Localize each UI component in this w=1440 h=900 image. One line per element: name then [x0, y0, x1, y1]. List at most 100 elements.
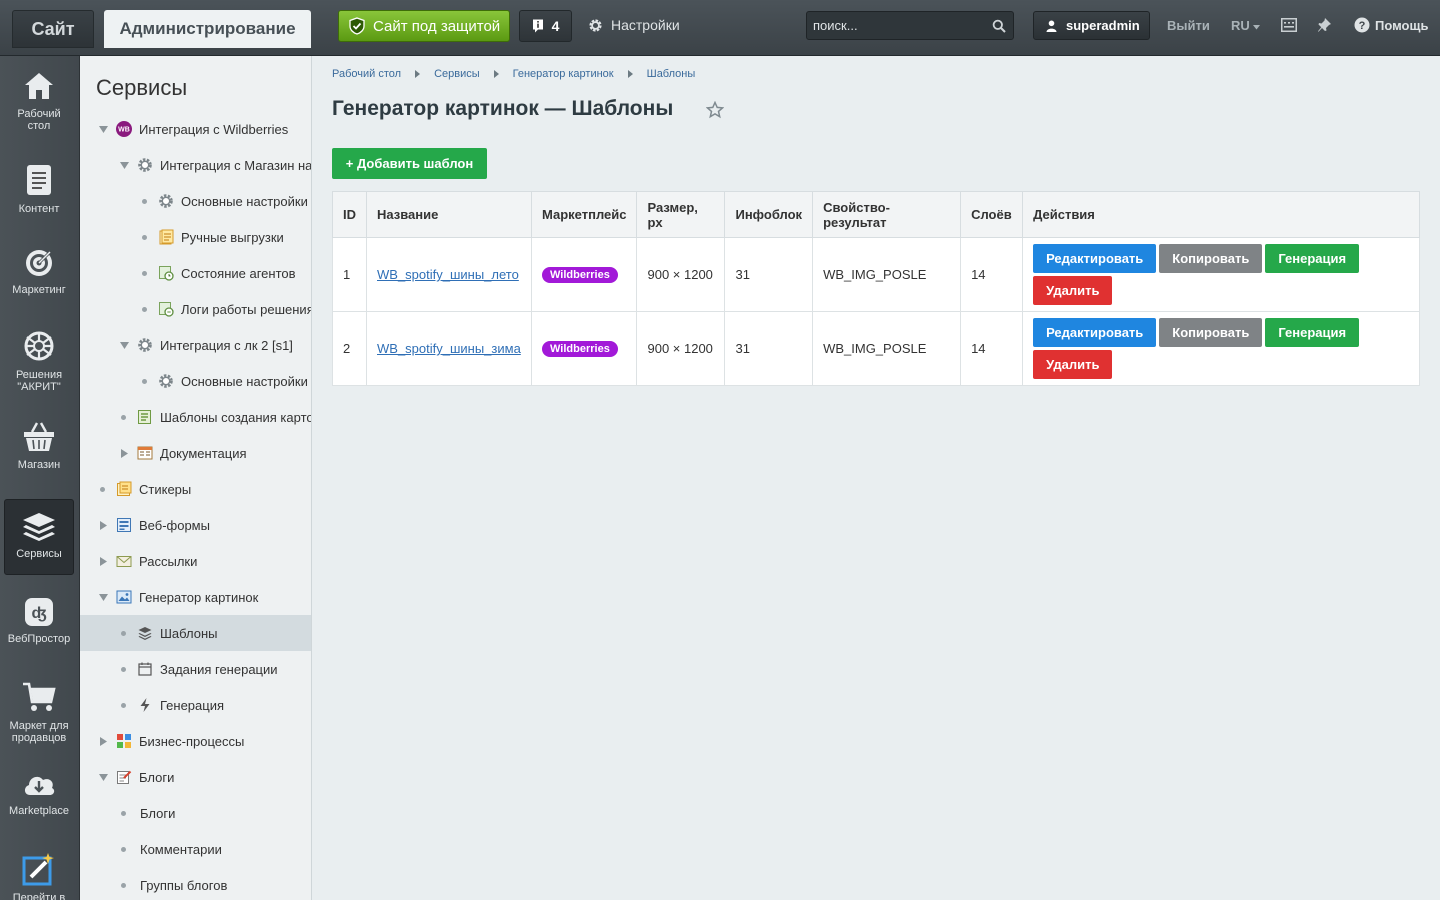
tree-item[interactable]: Состояние агентов: [80, 255, 311, 291]
tree-bullet-icon: [121, 630, 126, 636]
language-selector[interactable]: RU: [1231, 18, 1261, 33]
breadcrumb-item[interactable]: Шаблоны: [647, 68, 696, 80]
tree-item[interactable]: Шаблоны: [80, 615, 311, 651]
generate-button[interactable]: Генерация: [1265, 244, 1360, 273]
expand-right-icon[interactable]: [98, 556, 108, 566]
menu-item-akrit[interactable]: Решения "АКРИТ": [4, 329, 74, 393]
basket-icon: [24, 422, 54, 451]
user-menu-button[interactable]: superadmin: [1033, 11, 1150, 40]
expand-down-icon[interactable]: [119, 160, 129, 170]
menu-item-label: "АКРИТ": [17, 381, 61, 393]
cell-property: WB_IMG_POSLE: [812, 237, 962, 312]
tree-item[interactable]: Рассылки: [80, 543, 311, 579]
copy-button[interactable]: Копировать: [1159, 318, 1263, 347]
cell-iblock: 31: [724, 311, 814, 386]
menu-item-label: Сервисы: [16, 548, 62, 560]
pin-icon[interactable]: [1317, 17, 1332, 33]
expand-down-icon[interactable]: [119, 340, 129, 350]
tree-item[interactable]: Логи работы решения: [80, 291, 311, 327]
settings-label: Настройки: [611, 17, 680, 33]
menu-item-marketing[interactable]: Маркетинг: [4, 246, 74, 296]
tree-item[interactable]: Веб-формы: [80, 507, 311, 543]
tree-item[interactable]: Комментарии: [80, 831, 311, 867]
delete-button[interactable]: Удалить: [1033, 276, 1113, 305]
tree-item[interactable]: Блоги: [80, 795, 311, 831]
settings-link[interactable]: Настройки: [588, 17, 680, 33]
breadcrumb-item[interactable]: Сервисы: [434, 68, 480, 80]
menu-item-services[interactable]: Сервисы: [4, 499, 74, 575]
expand-down-icon[interactable]: [98, 592, 108, 602]
tree-item[interactable]: Основные настройки: [80, 363, 311, 399]
breadcrumb-item[interactable]: Генератор картинок: [513, 68, 614, 80]
form-icon: [116, 517, 132, 533]
copy-button[interactable]: Копировать: [1159, 244, 1263, 273]
menu-item-label: Маркет для: [9, 720, 69, 732]
tree-item[interactable]: Группы блогов: [80, 867, 311, 900]
template-name-link[interactable]: WB_spotify_шины_лето: [377, 267, 519, 282]
menu-item-go-to[interactable]: Перейти в: [4, 852, 74, 900]
breadcrumb-item[interactable]: Рабочий стол: [332, 68, 401, 80]
breadcrumb-separator-icon: [415, 70, 421, 78]
tree-item[interactable]: Блоги: [80, 759, 311, 795]
top-bar: Сайт Администрирование Сайт под защитой …: [0, 0, 1440, 56]
tree-item[interactable]: Генерация: [80, 687, 311, 723]
language-label: RU: [1231, 18, 1250, 33]
generate-button[interactable]: Генерация: [1265, 318, 1360, 347]
blog-icon: [116, 769, 132, 785]
menu-item-desktop[interactable]: Рабочий стол: [4, 70, 74, 132]
help-link[interactable]: ? Помощь: [1354, 17, 1428, 33]
marketplace-badge: Wildberries: [542, 267, 618, 283]
tab-site[interactable]: Сайт: [12, 10, 94, 48]
template-name-link[interactable]: WB_spotify_шины_зима: [377, 341, 521, 356]
cloud-download-icon: [24, 776, 55, 795]
edit-button[interactable]: Редактировать: [1033, 318, 1157, 347]
delete-button[interactable]: Удалить: [1033, 350, 1113, 379]
edit-button[interactable]: Редактировать: [1033, 244, 1157, 273]
add-template-button[interactable]: + Добавить шаблон: [332, 148, 487, 179]
tree-item-label: Стикеры: [139, 481, 192, 497]
expand-right-icon[interactable]: [98, 736, 108, 746]
tree-item[interactable]: Ручные выгрузки: [80, 219, 311, 255]
expand-down-icon[interactable]: [98, 772, 108, 782]
tree-item[interactable]: Стикеры: [80, 471, 311, 507]
column-header-size: Размер, px: [636, 191, 726, 238]
expand-down-icon[interactable]: [98, 124, 108, 134]
sticker-icon: [116, 481, 132, 497]
menu-item-shop[interactable]: Магазин: [4, 421, 74, 471]
tree-item[interactable]: Интеграция с лк 2 [s1]: [80, 327, 311, 363]
expand-right-icon[interactable]: [119, 448, 129, 458]
tree-item-label: Шаблоны: [160, 625, 218, 641]
services-tree-panel: Сервисы WB Интеграция с Wildberries Интегр…: [80, 56, 312, 900]
keyboard-icon[interactable]: [1281, 18, 1297, 32]
breadcrumb-separator-icon: [493, 70, 499, 78]
search-input[interactable]: [807, 12, 987, 39]
notifications-button[interactable]: 4: [519, 10, 572, 42]
tree-item[interactable]: WB Интеграция с Wildberries: [80, 111, 311, 147]
search-icon[interactable]: [992, 19, 1006, 33]
menu-item-label: стол: [27, 120, 51, 132]
menu-item-webprostor[interactable]: ʤ ВебПростор: [4, 597, 74, 645]
tree-item[interactable]: Шаблоны создания карто: [80, 399, 311, 435]
tree-bullet-icon: [121, 414, 126, 420]
logout-link[interactable]: Выйти: [1167, 18, 1210, 33]
tree-item[interactable]: Документация: [80, 435, 311, 471]
expand-right-icon[interactable]: [98, 520, 108, 530]
tab-administration[interactable]: Администрирование: [104, 10, 311, 48]
bizproc-icon: [116, 733, 132, 749]
cell-layers: 14: [960, 311, 1024, 386]
site-protection-button[interactable]: Сайт под защитой: [338, 10, 510, 42]
username: superadmin: [1066, 18, 1140, 33]
tree-item[interactable]: Интеграция с Магазин на: [80, 147, 311, 183]
tree-item[interactable]: Основные настройки: [80, 183, 311, 219]
menu-item-content[interactable]: Контент: [4, 163, 74, 215]
menu-item-marketplace[interactable]: Marketplace: [4, 771, 74, 817]
table-row: 1 WB_spotify_шины_лето Wildberries 900 ×…: [332, 237, 1420, 312]
tree-item[interactable]: Задания генерации: [80, 651, 311, 687]
list-icon: [137, 409, 153, 425]
tree-item[interactable]: Генератор картинок: [80, 579, 311, 615]
cell-property: WB_IMG_POSLE: [812, 311, 962, 386]
tree-item[interactable]: Бизнес-процессы: [80, 723, 311, 759]
favorite-star-icon[interactable]: [706, 101, 724, 119]
menu-item-seller-market[interactable]: Маркет для продавцов: [4, 680, 74, 744]
agent-status-icon: [158, 265, 174, 281]
